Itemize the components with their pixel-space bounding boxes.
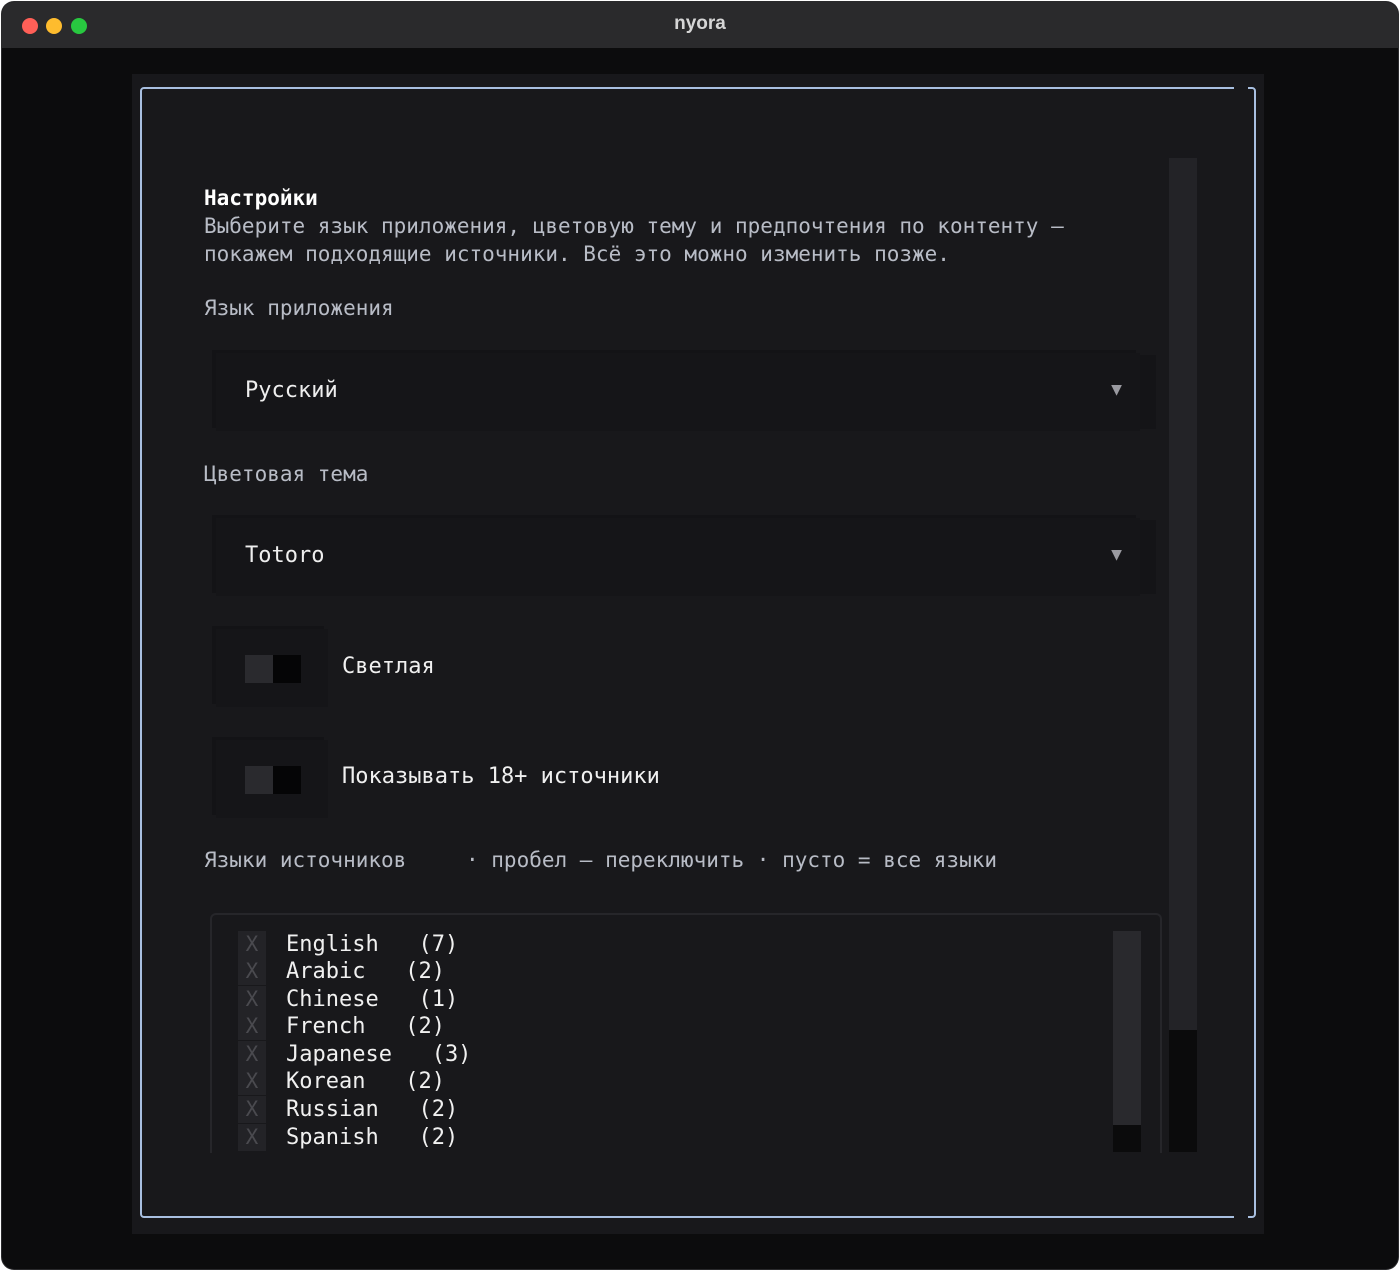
checkbox[interactable]: X	[238, 931, 266, 958]
language-name: Arabic (2)	[286, 959, 445, 984]
toggle-knob	[273, 655, 301, 683]
checkbox[interactable]: X	[238, 986, 266, 1013]
settings-scrollbar-track[interactable]	[1169, 158, 1197, 1030]
settings-description-line-2: покажем подходящие источники. Всё это мо…	[204, 242, 950, 266]
language-name: Chinese (1)	[286, 987, 459, 1012]
checkbox[interactable]: X	[238, 1096, 266, 1123]
app-language-label: Язык приложения	[204, 296, 394, 320]
languages-scrollbar-thumb[interactable]	[1113, 1125, 1141, 1152]
settings-description-line-1: Выберите язык приложения, цветовую тему …	[204, 214, 1064, 238]
light-theme-toggle-box	[216, 629, 328, 707]
chevron-down-icon: ▼	[1111, 379, 1122, 400]
frame-gap-top	[1234, 84, 1248, 92]
source-languages-hint: · пробел — переключить · пусто = все язы…	[466, 848, 998, 872]
adult-sources-toggle[interactable]	[245, 766, 301, 794]
color-theme-select[interactable]: Totoro ▼	[216, 518, 1140, 596]
settings-scrollbar-thumb[interactable]	[1169, 1030, 1197, 1152]
checkbox[interactable]: X	[238, 1068, 266, 1095]
title-bar: nyora	[2, 2, 1398, 48]
toggle-knob	[273, 766, 301, 794]
adult-sources-toggle-box	[216, 740, 328, 818]
checkbox[interactable]: X	[238, 1013, 266, 1040]
frame-gap-bottom	[1234, 1214, 1248, 1222]
color-theme-label: Цветовая тема	[204, 462, 369, 486]
language-name: French (2)	[286, 1014, 445, 1039]
language-name: Korean (2)	[286, 1069, 445, 1094]
light-theme-label: Светлая	[342, 654, 435, 679]
toggle-track	[245, 766, 273, 794]
source-languages-label: Языки источников	[204, 848, 407, 872]
checkbox[interactable]: X	[238, 1041, 266, 1068]
settings-heading: Настройки	[204, 186, 318, 210]
light-theme-toggle[interactable]	[245, 655, 301, 683]
languages-scrollbar-track[interactable]	[1113, 931, 1141, 1125]
language-name: Spanish (2)	[286, 1125, 459, 1150]
checkbox[interactable]: X	[238, 958, 266, 985]
language-name: Russian (2)	[286, 1097, 459, 1122]
app-language-value: Русский	[245, 378, 338, 403]
color-theme-value: Totoro	[245, 543, 325, 568]
adult-sources-label: Показывать 18+ источники	[342, 764, 660, 789]
checkbox[interactable]: X	[238, 1124, 266, 1151]
language-name: Japanese (3)	[286, 1042, 472, 1067]
app-language-select[interactable]: Русский ▼	[216, 353, 1140, 431]
language-name: English (7)	[286, 932, 459, 957]
window-title: nyora	[674, 13, 726, 34]
toggle-track	[245, 655, 273, 683]
chevron-down-icon: ▼	[1111, 544, 1122, 565]
